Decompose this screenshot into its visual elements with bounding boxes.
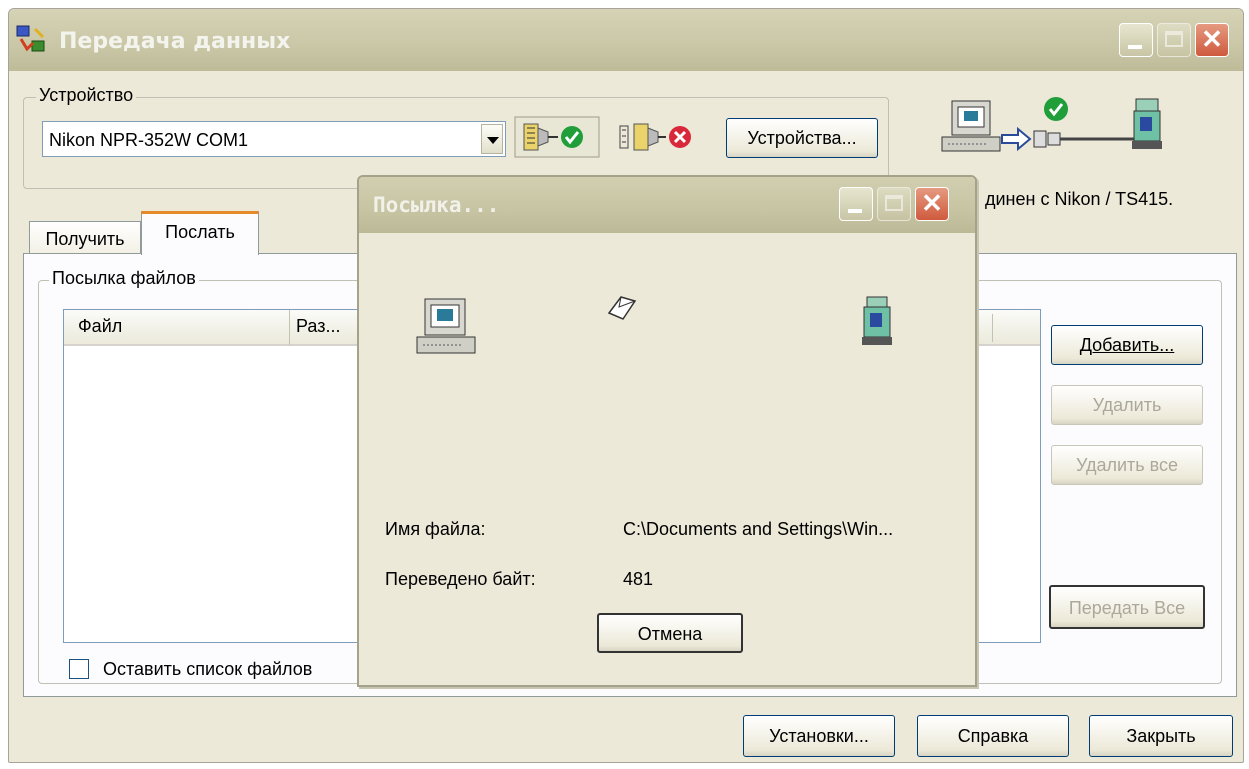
settings-button[interactable]: Установки...	[743, 715, 895, 757]
delete-file-label: Удалить	[1092, 395, 1162, 415]
tab-send[interactable]: Послать	[141, 211, 259, 255]
title-bar[interactable]: Передача данных ✕	[9, 9, 1243, 71]
delete-all-label: Удалить все	[1075, 455, 1179, 475]
dialog-maximize-button[interactable]	[877, 187, 911, 221]
devices-button-label: Устройства...	[747, 128, 857, 148]
delete-file-button[interactable]: Удалить	[1051, 385, 1203, 425]
flying-document-icon	[605, 293, 639, 328]
minimize-icon	[1128, 45, 1142, 49]
column-divider	[992, 314, 993, 342]
close-icon: ✕	[921, 188, 943, 218]
device-select[interactable]: Nikon NPR-352W COM1	[42, 121, 506, 157]
sending-dialog: Посылка... ✕ Имя файла: C:\Documents and…	[357, 175, 977, 687]
dialog-title-bar[interactable]: Посылка... ✕	[359, 177, 975, 233]
bytes-value: 481	[623, 569, 654, 589]
tab-send-label: Послать	[165, 222, 235, 242]
minimize-icon	[848, 209, 862, 213]
connection-diagram	[934, 89, 1164, 161]
tab-receive[interactable]: Получить	[29, 221, 141, 257]
bytes-label: Переведено байт:	[385, 569, 536, 589]
disconnect-x-icon	[619, 123, 691, 151]
computer-icon	[941, 100, 1001, 152]
close-window-button[interactable]: ✕	[1195, 23, 1229, 57]
column-header-file[interactable]: Файл	[64, 310, 290, 346]
cancel-label: Отмена	[637, 624, 703, 644]
keep-list-label: Оставить список файлов	[103, 659, 313, 679]
minimize-button[interactable]	[1119, 23, 1153, 57]
device-group-legend: Устройство	[36, 85, 137, 106]
device-select-value: Nikon NPR-352W COM1	[49, 130, 249, 150]
dialog-close-button[interactable]: ✕	[915, 187, 949, 221]
total-station-icon	[1132, 98, 1162, 149]
add-file-label: Добавить...	[1079, 335, 1175, 355]
transfer-app-icon	[15, 23, 49, 57]
close-label: Закрыть	[1126, 726, 1196, 746]
settings-label: Установки...	[769, 726, 869, 746]
chevron-down-icon[interactable]	[481, 124, 503, 154]
send-files-legend: Посылка файлов	[49, 268, 199, 289]
maximize-icon	[885, 195, 903, 211]
send-all-label: Передать Все	[1068, 598, 1186, 618]
filename-value: C:\Documents and Settings\Win...	[623, 519, 894, 539]
window-title: Передача данных	[59, 29, 291, 54]
connect-button[interactable]	[514, 116, 600, 158]
tab-receive-label: Получить	[45, 229, 125, 249]
connect-check-icon	[514, 116, 600, 158]
devices-button[interactable]: Устройства...	[726, 118, 878, 158]
send-all-button[interactable]: Передать Все	[1049, 585, 1205, 629]
keep-list-checkbox[interactable]	[69, 659, 89, 679]
column-size-label: Раз...	[296, 316, 341, 336]
add-file-button[interactable]: Добавить...	[1051, 325, 1203, 365]
maximize-button[interactable]	[1157, 23, 1191, 57]
dialog-title: Посылка...	[373, 193, 500, 217]
disconnect-button[interactable]	[616, 116, 708, 158]
filename-label: Имя файла:	[385, 519, 486, 539]
column-file-label: Файл	[78, 316, 123, 336]
help-button[interactable]: Справка	[917, 715, 1069, 757]
close-button[interactable]: Закрыть	[1089, 715, 1233, 757]
connection-status: динен с Nikon / TS415.	[985, 189, 1174, 209]
total-station-icon	[859, 295, 895, 354]
close-icon: ✕	[1201, 24, 1223, 54]
computer-icon	[415, 295, 477, 362]
cancel-button[interactable]: Отмена	[597, 613, 743, 653]
help-label: Справка	[957, 726, 1029, 746]
delete-all-button[interactable]: Удалить все	[1051, 445, 1203, 485]
maximize-icon	[1165, 31, 1183, 47]
dialog-minimize-button[interactable]	[839, 187, 873, 221]
